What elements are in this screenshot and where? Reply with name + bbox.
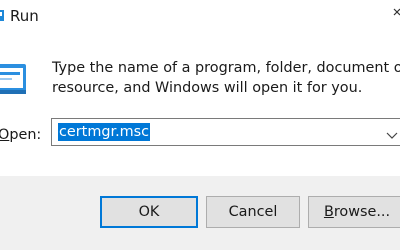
instruction-line-1: Type the name of a program, folder, docu… <box>52 60 400 76</box>
open-label: Open: <box>0 126 41 144</box>
open-label-accelerator: O <box>0 127 10 143</box>
run-icon <box>0 60 30 100</box>
chevron-down-icon[interactable] <box>385 126 399 139</box>
close-icon <box>393 8 400 16</box>
dialog-body: Type the name of a program, folder, docu… <box>0 34 400 176</box>
open-combobox[interactable]: certmgr.msc <box>51 118 400 146</box>
instruction-line-2: resource, and Windows will open it for y… <box>52 80 363 96</box>
browse-accelerator: B <box>323 204 334 220</box>
close-button[interactable] <box>376 0 400 32</box>
run-app-icon <box>0 7 6 21</box>
open-input-value[interactable]: certmgr.msc <box>58 123 151 141</box>
button-bar: OK Cancel Browse... <box>0 176 400 250</box>
open-label-rest: pen: <box>9 127 42 143</box>
run-dialog: Run Type the name of a program, folder, … <box>0 0 400 250</box>
instruction-text: Type the name of a program, folder, docu… <box>52 58 400 98</box>
window-title: Run <box>10 7 39 25</box>
ok-button[interactable]: OK <box>100 196 198 228</box>
browse-label-rest: rowse... <box>333 204 391 220</box>
browse-button[interactable]: Browse... <box>308 196 400 228</box>
cancel-button[interactable]: Cancel <box>206 196 300 228</box>
title-bar: Run <box>0 0 400 34</box>
